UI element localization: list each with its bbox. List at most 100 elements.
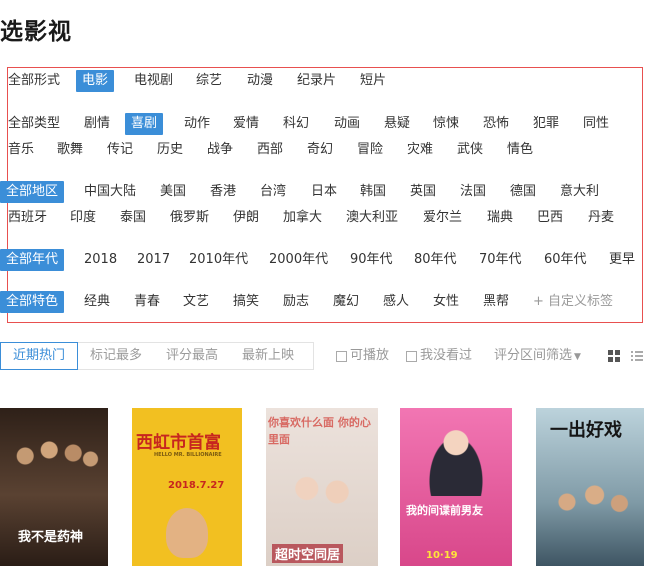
filter-form-anime[interactable]: 动漫 — [247, 70, 273, 92]
filter-feature-item[interactable]: 文艺 — [183, 291, 209, 313]
filter-feature-item[interactable]: 黑帮 — [483, 291, 509, 313]
poster-title: 你喜欢什么面 你的心里面 — [268, 416, 371, 446]
filter-region-item[interactable]: 韩国 — [360, 181, 386, 203]
playable-label: 可播放 — [350, 348, 390, 363]
filter-feature-item[interactable]: 励志 — [283, 291, 309, 313]
filter-region-item[interactable]: 法国 — [460, 181, 486, 203]
filter-region-item[interactable]: 德国 — [510, 181, 536, 203]
sort-tab-top-rated[interactable]: 评分最高 — [154, 343, 230, 369]
filter-type-item[interactable]: 动画 — [334, 113, 360, 135]
filter-form-documentary[interactable]: 纪录片 — [297, 70, 336, 92]
sort-tab-most-marked[interactable]: 标记最多 — [78, 343, 154, 369]
poster-grid: 我不是药神 西虹市首富 HELLO MR. BILLIONAIRE 2018.7… — [0, 408, 670, 566]
playable-checkbox[interactable]: 可播放 — [336, 342, 389, 370]
filter-region-item[interactable]: 伊朗 — [233, 207, 259, 229]
filter-type-item[interactable]: 传记 — [107, 139, 133, 161]
filter-type-item[interactable]: 奇幻 — [307, 139, 333, 161]
filter-region-item[interactable]: 台湾 — [260, 181, 286, 203]
filter-type-item[interactable]: 武侠 — [457, 139, 483, 161]
filter-feature-item[interactable]: 女性 — [433, 291, 459, 313]
filter-type-item[interactable]: 剧情 — [84, 113, 110, 135]
poster-date: 10·19 — [426, 550, 458, 561]
filter-type-item[interactable]: 恐怖 — [483, 113, 509, 135]
filter-region-item[interactable]: 意大利 — [560, 181, 599, 203]
filter-region-item[interactable]: 西班牙 — [8, 207, 47, 229]
filter-type-item[interactable]: 爱情 — [233, 113, 259, 135]
filter-type-item[interactable]: 悬疑 — [384, 113, 410, 135]
movie-poster[interactable]: 一出好戏 — [536, 408, 644, 566]
page-title: 选影视 — [0, 19, 72, 45]
filter-region-item[interactable]: 俄罗斯 — [170, 207, 209, 229]
filter-region-item[interactable]: 香港 — [210, 181, 236, 203]
movie-poster[interactable]: 我的间谍前男友 10·19 — [400, 408, 512, 566]
filter-form-all[interactable]: 全部形式 — [8, 70, 60, 92]
filter-feature-all[interactable]: 全部特色 — [0, 291, 65, 313]
filter-type-item[interactable]: 西部 — [257, 139, 283, 161]
filter-region-item[interactable]: 中国大陆 — [84, 181, 136, 203]
filter-feature-item[interactable]: 青春 — [134, 291, 160, 313]
filter-region-item[interactable]: 泰国 — [120, 207, 146, 229]
filter-region-item[interactable]: 丹麦 — [588, 207, 614, 229]
sort-tab-newest[interactable]: 最新上映 — [230, 343, 306, 369]
filter-row-form: 全部形式 电影 电视剧 综艺 动漫 纪录片 短片 — [0, 70, 670, 92]
poster-figures — [6, 432, 102, 492]
filter-region-item[interactable]: 美国 — [160, 181, 186, 203]
score-range-label: 评分区间筛选 — [494, 348, 573, 363]
filter-region-item[interactable]: 爱尔兰 — [423, 207, 462, 229]
filter-type-item[interactable]: 音乐 — [8, 139, 34, 161]
filter-type-item[interactable]: 战争 — [207, 139, 233, 161]
poster-figures — [284, 464, 360, 534]
filter-type-item[interactable]: 情色 — [507, 139, 533, 161]
filter-feature-item[interactable]: 经典 — [84, 291, 110, 313]
filter-type-item[interactable]: 历史 — [157, 139, 183, 161]
filter-feature-item[interactable]: 感人 — [383, 291, 409, 313]
filter-region-item[interactable]: 瑞典 — [487, 207, 513, 229]
grid-view-icon[interactable] — [607, 349, 621, 363]
filter-type-item[interactable]: 惊悚 — [433, 113, 459, 135]
filter-feature-item[interactable]: 魔幻 — [333, 291, 359, 313]
poster-figures — [420, 422, 492, 496]
filter-region-item[interactable]: 加拿大 — [283, 207, 322, 229]
poster-figures — [544, 474, 636, 544]
movie-poster[interactable]: 你喜欢什么面 你的心里面 超时空同居 — [266, 408, 378, 566]
filter-form-short[interactable]: 短片 — [360, 70, 386, 92]
filter-year-item[interactable]: 2017 — [137, 249, 170, 271]
chevron-down-icon: ▼ — [574, 352, 581, 362]
filter-region-item[interactable]: 巴西 — [537, 207, 563, 229]
filter-year-item[interactable]: 90年代 — [350, 249, 393, 271]
filter-type-item[interactable]: 动作 — [184, 113, 210, 135]
movie-poster[interactable]: 西虹市首富 HELLO MR. BILLIONAIRE 2018.7.27 — [132, 408, 242, 566]
filter-type-item[interactable]: 歌舞 — [57, 139, 83, 161]
filter-form-movie[interactable]: 电影 — [76, 70, 115, 92]
filter-year-item[interactable]: 2018 — [84, 249, 117, 271]
filter-region-item[interactable]: 澳大利亚 — [346, 207, 398, 229]
filter-region-item[interactable]: 英国 — [410, 181, 436, 203]
filter-type-item[interactable]: 喜剧 — [125, 113, 164, 135]
score-range-dropdown[interactable]: 评分区间筛选 ▼ — [494, 342, 581, 370]
not-seen-checkbox[interactable]: 我没看过 — [406, 342, 472, 370]
filter-type-item[interactable]: 灾难 — [407, 139, 433, 161]
list-view-icon[interactable] — [630, 349, 644, 363]
filter-type-item[interactable]: 同性 — [583, 113, 609, 135]
filter-type-item[interactable]: 犯罪 — [533, 113, 559, 135]
filter-year-item[interactable]: 60年代 — [544, 249, 587, 271]
filter-year-item[interactable]: 2010年代 — [189, 249, 248, 271]
sort-tab-hot[interactable]: 近期热门 — [0, 342, 79, 370]
filter-year-item[interactable]: 2000年代 — [269, 249, 328, 271]
filter-type-all[interactable]: 全部类型 — [8, 113, 60, 135]
filter-row-type-cont: 音乐 歌舞 传记 历史 战争 西部 奇幻 冒险 灾难 武侠 情色 — [0, 139, 670, 161]
filter-type-item[interactable]: 冒险 — [357, 139, 383, 161]
filter-form-variety[interactable]: 综艺 — [196, 70, 222, 92]
filter-feature-item[interactable]: 搞笑 — [233, 291, 259, 313]
filter-region-all[interactable]: 全部地区 — [0, 181, 65, 203]
filter-year-item[interactable]: 80年代 — [414, 249, 457, 271]
filter-region-item[interactable]: 印度 — [70, 207, 96, 229]
movie-poster[interactable]: 我不是药神 — [0, 408, 108, 566]
filter-year-item[interactable]: 更早 — [609, 249, 635, 271]
filter-region-item[interactable]: 日本 — [311, 181, 337, 203]
filter-year-all[interactable]: 全部年代 — [0, 249, 65, 271]
filter-type-item[interactable]: 科幻 — [283, 113, 309, 135]
filter-form-tv[interactable]: 电视剧 — [134, 70, 173, 92]
filter-year-item[interactable]: 70年代 — [479, 249, 522, 271]
add-custom-tag-button[interactable]: + 自定义标签 — [533, 291, 613, 313]
